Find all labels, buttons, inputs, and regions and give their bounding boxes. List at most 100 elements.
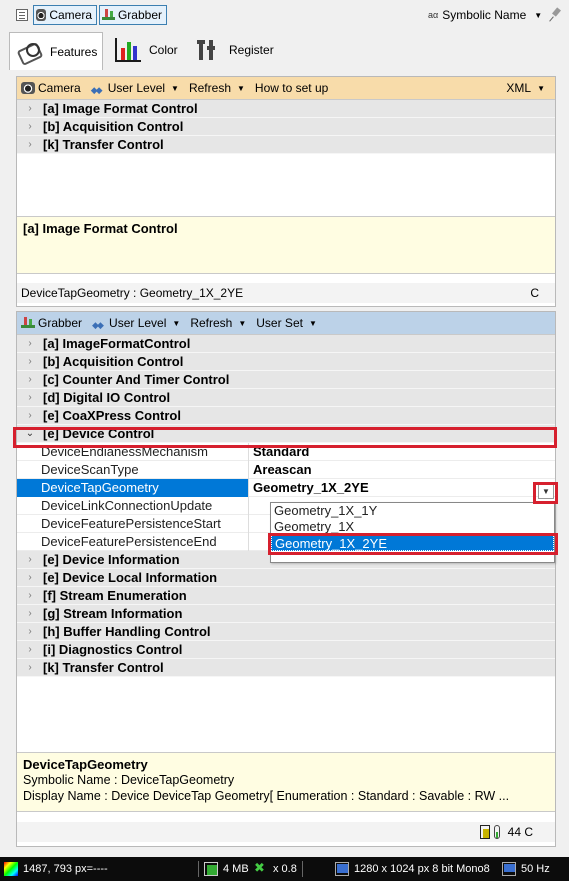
image-info-text: 1280 x 1024 px 8 bit Mono8 <box>354 863 490 875</box>
chevron-right-icon[interactable]: › <box>17 644 43 655</box>
tree-group-label: [i] Diagnostics Control <box>43 642 183 657</box>
tab-register-label: Register <box>229 43 274 57</box>
camera-feature-pane: Camera User Level Refresh How to set up … <box>16 76 556 307</box>
tree-group-row[interactable]: › [i] Diagnostics Control <box>17 641 555 659</box>
feature-name: DeviceEndianessMechanism <box>17 442 249 461</box>
chevron-right-icon[interactable]: › <box>17 662 43 673</box>
feature-value[interactable]: Areascan <box>249 462 312 477</box>
camera-description-box: [a] Image Format Control <box>17 216 555 274</box>
tree-group-row[interactable]: › [b] Acquisition Control <box>17 118 555 136</box>
tree-group-row[interactable]: › [e] Device Local Information <box>17 569 555 587</box>
grabber-icon <box>102 9 115 21</box>
tree-group-label: [h] Buffer Handling Control <box>43 624 211 639</box>
tree-group-row[interactable]: › [c] Counter And Timer Control <box>17 371 555 389</box>
description-display: Display Name : Device DeviceTap Geometry… <box>23 789 510 803</box>
grabber-description-box: DeviceTapGeometry Symbolic Name : Device… <box>17 752 555 812</box>
user-set-label: User Set <box>256 316 303 330</box>
chevron-down-icon[interactable]: ⌄ <box>17 428 43 439</box>
tree-group-label: [b] Acquisition Control <box>43 119 184 134</box>
chevron-down-icon: ▼ <box>534 10 543 20</box>
grabber-menu[interactable]: Grabber <box>21 316 82 330</box>
tab-color-label: Color <box>149 43 178 57</box>
tree-group-row[interactable]: › [b] Acquisition Control <box>17 353 555 371</box>
chevron-right-icon[interactable]: › <box>17 590 43 601</box>
image-size-icon <box>335 862 349 876</box>
refresh-rate-text: 50 Hz <box>521 863 550 875</box>
feature-value[interactable]: Standard <box>249 444 309 459</box>
user-set-dropdown[interactable]: User Set <box>256 316 317 330</box>
feature-row[interactable]: DeviceScanType Areascan <box>17 460 555 479</box>
dropdown-option[interactable]: Geometry_1X <box>271 519 554 535</box>
chevron-right-icon[interactable]: › <box>17 554 43 565</box>
how-to-setup-label: How to set up <box>254 81 329 95</box>
feature-name: DeviceFeaturePersistenceStart <box>17 514 249 533</box>
dropdown-option[interactable]: Geometry_1X_1Y <box>271 503 554 519</box>
image-info: 1280 x 1024 px 8 bit Mono8 <box>335 857 490 881</box>
font-icon: aα <box>428 10 439 20</box>
features-icon <box>16 40 44 64</box>
tab-register[interactable]: Register <box>189 32 279 68</box>
refresh-label: Refresh <box>188 81 231 95</box>
camera-toggle-button[interactable]: Camera <box>33 5 97 25</box>
tab-features[interactable]: Features <box>9 32 103 70</box>
chevron-down-icon: ▼ <box>542 486 550 496</box>
chevron-right-icon[interactable]: › <box>17 338 43 349</box>
user-level-dropdown[interactable]: User Level <box>91 81 179 95</box>
tree-group-row[interactable]: › [k] Transfer Control <box>17 659 555 677</box>
list-view-icon[interactable] <box>16 9 28 21</box>
tree-group-row[interactable]: › [h] Buffer Handling Control <box>17 623 555 641</box>
chevron-right-icon[interactable]: › <box>17 392 43 403</box>
zoom-readout: x 0.8 <box>254 857 297 881</box>
pin-icon[interactable] <box>549 8 563 22</box>
grabber-toggle-label: Grabber <box>117 8 162 22</box>
status-divider <box>198 861 199 877</box>
tree-group-row[interactable]: › [a] ImageFormatControl <box>17 335 555 353</box>
grabber-toggle-button[interactable]: Grabber <box>99 5 167 25</box>
monitor-icon <box>502 862 516 876</box>
chevron-right-icon[interactable]: › <box>17 410 43 421</box>
tree-group-row[interactable]: › [g] Stream Information <box>17 605 555 623</box>
camera-status-text: DeviceTapGeometry : Geometry_1X_2YE <box>21 286 244 300</box>
tab-color[interactable]: Color <box>109 32 185 68</box>
grabber-feature-pane: Grabber User Level Refresh User Set ›[a]… <box>16 311 556 847</box>
chevron-right-icon[interactable]: › <box>17 121 43 132</box>
chevron-right-icon[interactable]: › <box>17 626 43 637</box>
symbolic-name-select[interactable]: aα Symbolic Name ▼ <box>428 8 542 22</box>
tree-group-row[interactable]: › [k] Transfer Control <box>17 136 555 154</box>
chevron-right-icon[interactable]: › <box>17 572 43 583</box>
combobox-dropdown-button[interactable]: ▼ <box>538 483 554 499</box>
tree-group-row-expanded[interactable]: ⌄ [e] Device Control <box>17 425 555 443</box>
user-level-dropdown[interactable]: User Level <box>92 316 180 330</box>
memory-readout: 4 MB <box>204 857 249 881</box>
user-level-label: User Level <box>107 81 166 95</box>
tree-group-row[interactable]: › [d] Digital IO Control <box>17 389 555 407</box>
temperature-text: 44 C <box>507 825 533 839</box>
tree-group-row[interactable]: › [a] Image Format Control <box>17 100 555 118</box>
camera-menu[interactable]: Camera <box>21 81 81 95</box>
refresh-dropdown[interactable]: Refresh <box>189 81 245 95</box>
how-to-setup-link[interactable]: How to set up <box>255 81 328 95</box>
tree-group-label: [e] Device Local Information <box>43 570 218 585</box>
xml-dropdown[interactable]: XML <box>506 81 545 95</box>
chevron-right-icon[interactable]: › <box>17 356 43 367</box>
camera-toolbar: Camera User Level Refresh How to set up … <box>17 77 555 100</box>
user-level-icon <box>92 317 106 329</box>
feature-name: DeviceScanType <box>17 460 249 479</box>
chevron-right-icon[interactable]: › <box>17 139 43 150</box>
refresh-label: Refresh <box>190 316 233 330</box>
chevron-right-icon[interactable]: › <box>17 608 43 619</box>
chevron-right-icon[interactable]: › <box>17 103 43 114</box>
feature-row-selected[interactable]: DeviceTapGeometry Geometry_1X_2YE <box>17 478 555 497</box>
memory-text: 4 MB <box>223 863 249 875</box>
feature-name: DeviceTapGeometry <box>17 478 249 497</box>
grabber-status-bar: 44 C <box>17 822 555 842</box>
tap-geometry-combobox[interactable]: Geometry_1X_2YE <box>249 479 529 497</box>
tree-group-row[interactable]: › [f] Stream Enumeration <box>17 587 555 605</box>
dropdown-option-selected[interactable]: Geometry_1X_2YE <box>271 535 554 551</box>
chevron-right-icon[interactable]: › <box>17 374 43 385</box>
grabber-icon <box>21 317 35 329</box>
user-level-label: User Level <box>109 316 167 330</box>
tree-group-row[interactable]: › [e] CoaXPress Control <box>17 407 555 425</box>
refresh-dropdown[interactable]: Refresh <box>190 316 246 330</box>
feature-row[interactable]: DeviceEndianessMechanism Standard <box>17 442 555 461</box>
